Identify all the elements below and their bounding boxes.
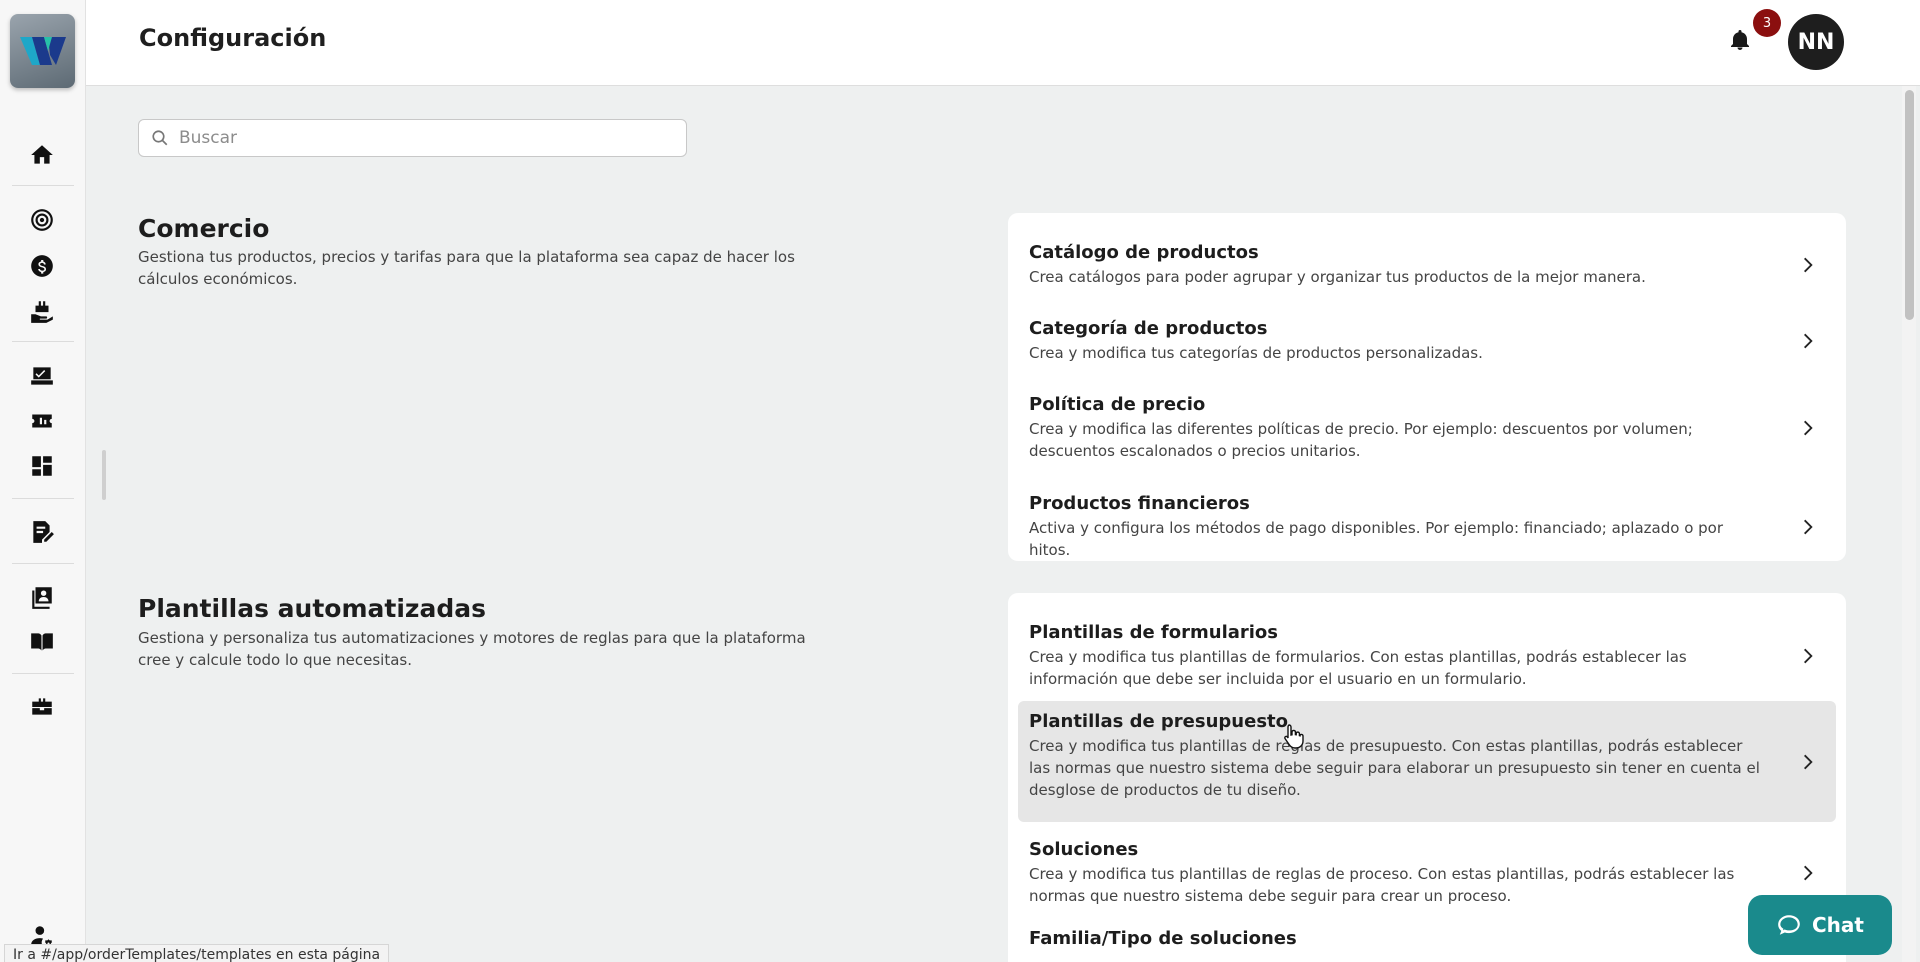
hand-box-icon — [31, 301, 53, 323]
item-description: Crea y modifica las diferentes políticas… — [1029, 420, 1693, 460]
item-description: Activa y configura los métodos de pago d… — [1029, 519, 1724, 559]
plantillas-card: Plantillas de formularios Crea y modific… — [1008, 593, 1846, 962]
search-box[interactable] — [138, 119, 687, 157]
dollar-icon — [31, 255, 53, 277]
section-title-plantillas: Plantillas automatizadas — [138, 594, 486, 623]
app-logo[interactable] — [10, 14, 75, 88]
chevron-right-icon — [1798, 331, 1818, 351]
nav-home[interactable] — [26, 139, 58, 171]
dashboard-icon — [32, 456, 52, 476]
item-title: Plantillas de formularios — [1029, 622, 1279, 643]
nav-documents[interactable] — [26, 516, 58, 548]
sidebar — [0, 0, 86, 962]
settings-item-productos-financieros[interactable]: Productos financieros Activa y configura… — [1018, 483, 1836, 571]
scrollbar-thumb[interactable] — [1905, 90, 1914, 320]
item-title: Catálogo de productos — [1029, 242, 1259, 263]
sidebar-divider — [12, 341, 74, 342]
item-title: Productos financieros — [1029, 493, 1250, 514]
chevron-right-icon — [1798, 646, 1818, 666]
nav-library[interactable] — [26, 626, 58, 658]
chat-button[interactable]: Chat — [1748, 895, 1892, 955]
nav-tools[interactable] — [26, 691, 58, 723]
chevron-right-icon — [1798, 752, 1818, 772]
sidebar-divider — [12, 185, 74, 186]
item-title: Plantillas de presupuesto — [1029, 711, 1289, 732]
sidebar-divider — [12, 563, 74, 564]
nav-tasks[interactable] — [26, 360, 58, 392]
chat-bubble-icon — [1778, 915, 1800, 935]
toolbox-icon — [32, 698, 52, 715]
contacts-book-icon — [32, 587, 52, 609]
chevron-right-icon — [1798, 418, 1818, 438]
open-book-icon — [31, 633, 53, 651]
task-check-icon — [31, 367, 53, 385]
user-avatar[interactable]: NN — [1788, 14, 1844, 70]
sidebar-divider — [12, 498, 74, 499]
item-title: Política de precio — [1029, 394, 1206, 415]
section-description-comercio: Gestiona tus productos, precios y tarifa… — [138, 248, 795, 288]
settings-item-familia-tipo-soluciones[interactable]: Familia/Tipo de soluciones — [1018, 918, 1836, 962]
page-title: Configuración — [139, 24, 327, 52]
nav-targets[interactable] — [26, 204, 58, 236]
chevron-right-icon — [1798, 863, 1818, 883]
section-description-plantillas: Gestiona y personaliza tus automatizacio… — [138, 629, 806, 669]
chevron-right-icon — [1798, 255, 1818, 275]
nav-tickets[interactable] — [26, 405, 58, 437]
section-title-comercio: Comercio — [138, 214, 270, 243]
settings-item-soluciones[interactable]: Soluciones Crea y modifica tus plantilla… — [1018, 829, 1836, 917]
notifications-button[interactable] — [1728, 28, 1756, 56]
search-input[interactable] — [179, 128, 659, 148]
sidebar-divider — [12, 673, 74, 674]
settings-item-plantillas-formularios[interactable]: Plantillas de formularios Crea y modific… — [1018, 612, 1836, 700]
chevron-right-icon — [1798, 517, 1818, 537]
settings-item-politica-precio[interactable]: Política de precio Crea y modifica las d… — [1018, 384, 1836, 472]
item-description: Crea y modifica tus categorías de produc… — [1029, 344, 1483, 362]
search-icon — [152, 130, 168, 146]
notification-count-badge: 3 — [1753, 9, 1781, 37]
item-description: Crea y modifica tus plantillas de formul… — [1029, 648, 1687, 688]
bell-icon — [1731, 30, 1749, 50]
settings-item-catalogo-productos[interactable]: Catálogo de productos Crea catálogos par… — [1018, 232, 1836, 298]
item-description: Crea y modifica tus plantillas de reglas… — [1029, 865, 1735, 905]
chat-button-label: Chat — [1812, 913, 1864, 937]
comercio-card: Catálogo de productos Crea catálogos par… — [1008, 213, 1846, 561]
settings-item-plantillas-presupuesto[interactable]: Plantillas de presupuesto Crea y modific… — [1018, 701, 1836, 822]
item-description: Crea y modifica tus plantillas de reglas… — [1029, 737, 1760, 799]
home-icon — [31, 145, 53, 164]
nav-finance[interactable] — [26, 250, 58, 282]
settings-item-categoria-productos[interactable]: Categoría de productos Crea y modifica t… — [1018, 308, 1836, 374]
nav-services[interactable] — [26, 295, 58, 327]
item-title: Categoría de productos — [1029, 318, 1268, 339]
item-description: Crea catálogos para poder agrupar y orga… — [1029, 268, 1646, 286]
document-edit-icon — [33, 521, 54, 543]
item-title: Soluciones — [1029, 839, 1139, 860]
target-icon — [31, 209, 53, 231]
item-title: Familia/Tipo de soluciones — [1029, 928, 1297, 949]
browser-status-bar: Ir a #/app/orderTemplates/templates en e… — [4, 944, 390, 962]
nav-dashboard[interactable] — [26, 450, 58, 482]
top-header: Configuración 3 NN — [86, 0, 1920, 86]
ticket-icon — [32, 414, 52, 428]
sidebar-resize-handle[interactable] — [102, 450, 106, 500]
nav-contacts[interactable] — [26, 581, 58, 613]
hand-cursor-icon — [1284, 724, 1304, 749]
logo-icon — [19, 37, 66, 65]
